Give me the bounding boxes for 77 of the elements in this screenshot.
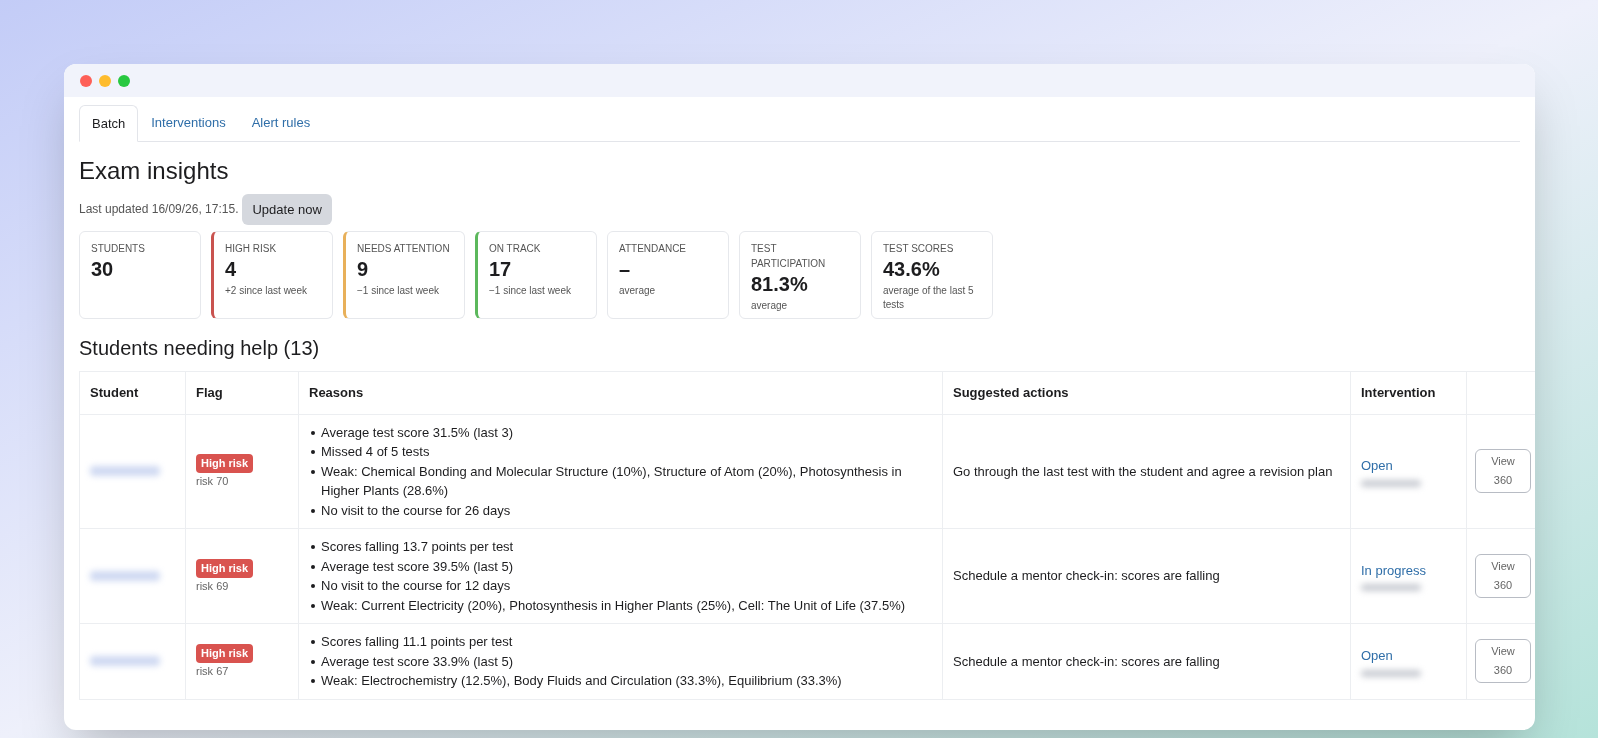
flag-badge: High risk: [196, 644, 254, 663]
stat-label: HIGH RISK: [225, 242, 278, 256]
stat-note: average: [619, 284, 657, 298]
suggested-action: Schedule a mentor check-in: scores are falling: [953, 568, 1220, 584]
stat-label: ON TRACK: [489, 242, 542, 256]
intervention-status-link[interactable]: In progress: [1361, 560, 1456, 581]
redacted-name: [90, 466, 160, 477]
reason-text: No visit to the course for 26 days: [321, 502, 511, 518]
view-360-button[interactable]: View 360: [1475, 554, 1531, 598]
stat-value: –: [619, 257, 632, 282]
minimize-icon[interactable]: [99, 74, 111, 87]
stat-value: 4: [225, 257, 238, 282]
reason-text: Missed 4 of 5 tests: [321, 444, 430, 459]
view-360-button[interactable]: View 360: [1475, 449, 1531, 494]
section-title: Students needing help (13): [79, 336, 321, 361]
stat-label: TEST PARTICIPATION: [751, 242, 827, 271]
stat-value: 17: [489, 257, 513, 282]
tab[interactable]: Alert rules: [238, 105, 324, 141]
stat-label: STUDENTS: [91, 242, 146, 256]
reason-text: Weak: Current Electricity (20%), Photosynthesis in Higher Plants (25%), Cell: The Unit of Life (37.5%): [321, 597, 906, 613]
stat-label: ATTENDANCE: [619, 242, 688, 256]
bullet-icon: [311, 640, 315, 644]
redacted-name: [90, 656, 160, 667]
redacted-owner: [1361, 584, 1421, 592]
bullet-icon: [311, 469, 315, 474]
page-title: Exam insights: [79, 155, 230, 186]
column-header: Intervention: [1350, 371, 1467, 414]
bullet-icon: [311, 430, 315, 435]
bullet-icon: [311, 603, 315, 608]
stat-value: 43.6%: [883, 257, 941, 282]
maximize-icon[interactable]: [118, 74, 130, 87]
stat-note: −1 since last week: [489, 284, 572, 298]
redacted-owner: [1361, 479, 1421, 487]
flag-badge: High risk: [196, 559, 254, 578]
stat-note: average of the last 5 tests: [883, 284, 975, 312]
redacted-owner: [1361, 669, 1421, 677]
update-now-button[interactable]: Update now: [242, 193, 332, 225]
view-360-button[interactable]: View 360: [1475, 639, 1531, 684]
bullet-icon: [311, 564, 315, 569]
bullet-icon: [311, 545, 315, 549]
reason-text: Average test score 33.9% (last 5): [321, 653, 513, 669]
column-header: Student: [79, 371, 186, 414]
bullet-icon: [311, 450, 315, 454]
reason-text: Weak: Electrochemistry (12.5%), Body Fluids and Circulation (33.3%), Equilibrium (33.3%): [321, 673, 842, 688]
reason-text: Scores falling 11.1 points per test: [321, 634, 513, 649]
stat-note: +2 since last week: [225, 284, 308, 298]
tab[interactable]: Interventions: [138, 105, 239, 141]
redacted-name: [90, 571, 160, 581]
bullet-icon: [311, 679, 315, 683]
risk-score: risk 69: [196, 578, 230, 594]
risk-score: risk 67: [196, 663, 230, 679]
stat-label: TEST SCORES: [883, 242, 955, 256]
last-updated-text: Last updated 16/09/26, 17:15.: [79, 201, 239, 219]
bullet-icon: [311, 659, 315, 664]
stat-value: 81.3%: [751, 272, 809, 297]
reason-text: Average test score 31.5% (last 3): [321, 424, 513, 440]
suggested-action: Schedule a mentor check-in: scores are falling: [953, 653, 1220, 669]
intervention-status-link[interactable]: Open: [1361, 456, 1456, 476]
close-icon[interactable]: [80, 74, 92, 87]
column-header: Suggested actions: [942, 371, 1351, 414]
reason-text: No visit to the course for 12 days: [321, 578, 511, 593]
tab[interactable]: Batch: [79, 105, 139, 142]
risk-score: risk 70: [196, 473, 230, 489]
column-header: Flag: [185, 371, 299, 414]
reason-text: Average test score 39.5% (last 5): [321, 558, 513, 574]
bullet-icon: [311, 584, 315, 588]
flag-badge: High risk: [196, 454, 254, 473]
stat-note: average: [751, 299, 789, 313]
bullet-icon: [311, 508, 315, 513]
column-header: Reasons: [298, 371, 943, 414]
reason-text: Weak: Chemical Bonding and Molecular Structure (10%), Structure of Atom (20%), Photosynthesis in Higher Plants (28.6%): [321, 463, 902, 498]
stat-label: NEEDS ATTENTION: [357, 242, 451, 256]
stat-value: 9: [357, 257, 370, 282]
suggested-action: Go through the last test with the student and agree a revision plan: [953, 463, 1333, 479]
reason-text: Scores falling 13.7 points per test: [321, 539, 514, 554]
stat-note: −1 since last week: [357, 284, 440, 298]
stat-value: 30: [91, 257, 115, 282]
